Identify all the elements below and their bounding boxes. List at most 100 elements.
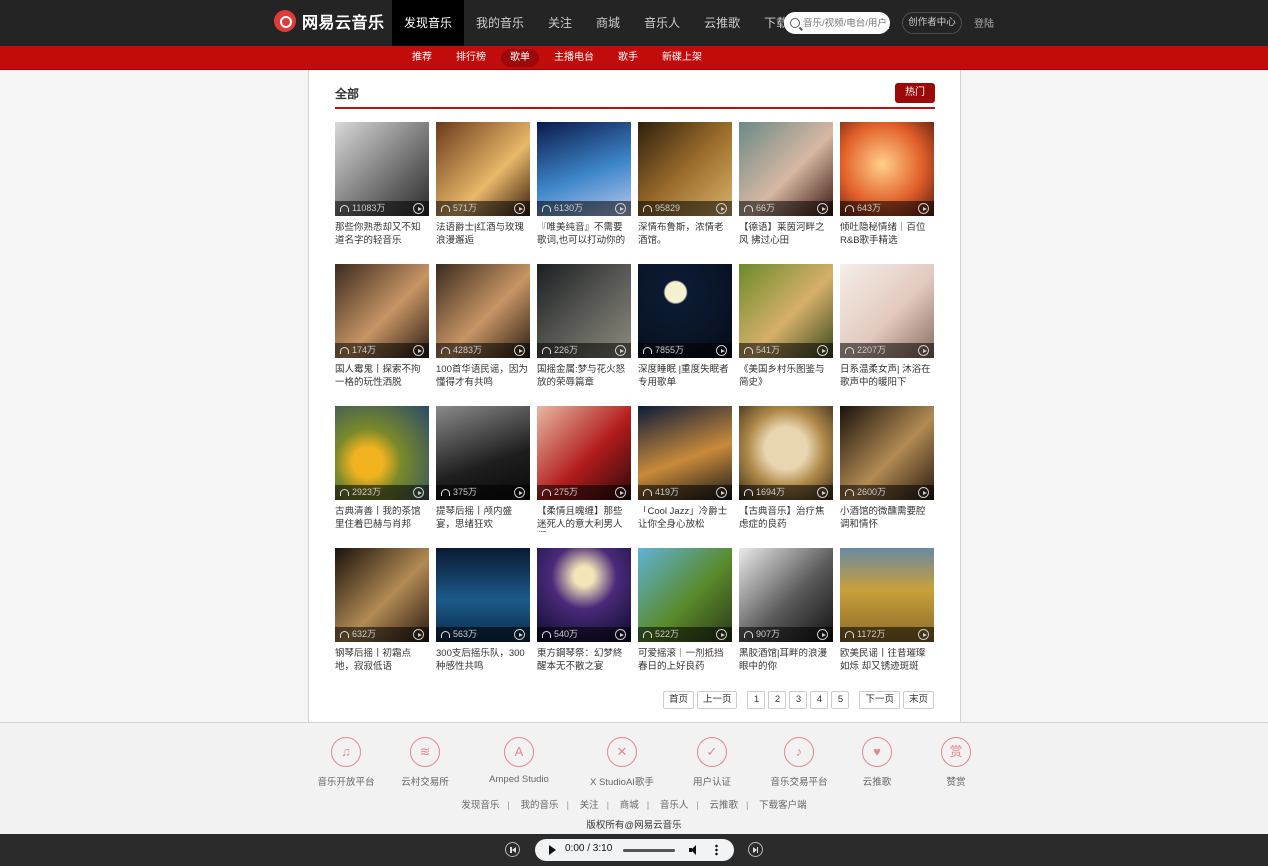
previous-track-icon[interactable] <box>505 842 520 857</box>
page-2[interactable]: 2 <box>768 691 787 709</box>
playlist-title[interactable]: 深度睡眠 |重度失眠者专用歌单 <box>638 364 732 390</box>
subnav-recommend[interactable]: 推荐 <box>403 49 441 67</box>
playlist-cover[interactable]: 540万 <box>537 548 631 642</box>
page-first[interactable]: 首页 <box>662 691 694 709</box>
footer-item-label[interactable]: 云村交易所 <box>375 774 475 788</box>
cloud-push-icon[interactable]: ♥ <box>862 737 892 767</box>
footer-link-follow[interactable]: 关注 <box>580 800 599 811</box>
playlist-cover[interactable]: 571万 <box>436 122 530 216</box>
playlist-card[interactable]: 563万 300支后摇乐队，300种感性共鸣 <box>436 548 530 686</box>
playlist-title[interactable]: 「Cool Jazz」冷爵士 让你全身心放松 <box>638 506 732 532</box>
footer-link-cloud-push[interactable]: 云推歌 <box>709 800 738 811</box>
nav-discover[interactable]: 发现音乐 <box>392 0 465 46</box>
page-last[interactable]: 末页 <box>902 691 934 709</box>
nav-musician[interactable]: 音乐人 <box>632 0 692 46</box>
play-icon[interactable] <box>413 203 424 214</box>
playlist-title[interactable]: 国摇金属:梦与花火怒放的荣辱篇章 <box>537 364 631 390</box>
playlist-card[interactable]: 11083万 那些你熟悉却又不知道名字的轻音乐 <box>335 122 429 260</box>
play-icon[interactable] <box>918 345 929 356</box>
nav-cloud-push[interactable]: 云推歌 <box>692 0 752 46</box>
play-icon[interactable] <box>413 487 424 498</box>
nav-my-music[interactable]: 我的音乐 <box>464 0 536 46</box>
playlist-title[interactable]: 法语爵士|红酒与玫瑰 浪漫邂逅 <box>436 222 530 248</box>
playlist-cover[interactable]: 1172万 <box>840 548 934 642</box>
playlist-cover[interactable]: 541万 <box>739 264 833 358</box>
footer-item[interactable]: ✓ 用户认证 <box>662 737 762 788</box>
exchange-icon[interactable]: ≋ <box>410 737 440 767</box>
page-5[interactable]: 5 <box>831 691 850 709</box>
playlist-title[interactable]: 提琴后摇丨颅内盛宴，思绪狂欢 <box>436 506 530 532</box>
play-icon[interactable] <box>716 487 727 498</box>
page-next[interactable]: 下一页 <box>859 691 900 709</box>
hot-button[interactable]: 热门 <box>895 83 935 103</box>
playlist-cover[interactable]: 226万 <box>537 264 631 358</box>
page-1[interactable]: 1 <box>747 691 766 709</box>
playlist-card[interactable]: 1172万欧美民谣丨往昔璀璨如烁 却又锈迹斑斑 <box>840 548 934 686</box>
playlist-title[interactable]: 『唯美纯音』不需要歌词,也可以打动你的心 <box>537 222 631 248</box>
playlist-title[interactable]: 国人霉鬼丨探索不拘一格的玩性洒脱 <box>335 364 429 390</box>
playlist-cover[interactable]: 632万 <box>335 548 429 642</box>
playlist-title[interactable]: 欧美民谣丨往昔璀璨如烁 却又锈迹斑斑 <box>840 648 934 674</box>
playlist-cover[interactable]: 2923万 <box>335 406 429 500</box>
page-4[interactable]: 4 <box>810 691 829 709</box>
subnav-radio[interactable]: 主播电台 <box>545 49 603 67</box>
footer-item[interactable]: A Amped Studio <box>469 737 569 785</box>
playlist-title[interactable]: 古典清善丨我的茶馆里住着巴赫与肖邦 <box>335 506 429 532</box>
play-icon[interactable] <box>918 487 929 498</box>
playlist-cover[interactable]: 1694万 <box>739 406 833 500</box>
playlist-cover[interactable]: 6130万 <box>537 122 631 216</box>
play-icon[interactable] <box>716 345 727 356</box>
playlist-title[interactable]: 【德语】莱茵河畔之风 拂过心田 <box>739 222 833 248</box>
playlist-card[interactable]: 643万倾吐隐秘情绪｜百位R&B歌手精选 <box>840 122 934 260</box>
playlist-card[interactable]: 4283万 100首华语民谣，因为懂得才有共鸣 <box>436 264 530 402</box>
logo[interactable]: 网易云音乐 <box>274 8 385 34</box>
play-icon[interactable] <box>549 845 556 855</box>
play-icon[interactable] <box>514 345 525 356</box>
play-icon[interactable] <box>615 629 626 640</box>
page-title[interactable]: 全部 <box>335 87 359 101</box>
playlist-card[interactable]: 66万【德语】莱茵河畔之风 拂过心田 <box>739 122 833 260</box>
playlist-cover[interactable]: 643万 <box>840 122 934 216</box>
playlist-card[interactable]: 2600万小酒馆的微醺需要腔调和情怀 <box>840 406 934 544</box>
play-icon[interactable] <box>918 203 929 214</box>
playlist-cover[interactable]: 419万 <box>638 406 732 500</box>
appreciate-icon[interactable]: 赏 <box>941 737 971 767</box>
amped-studio-icon[interactable]: A <box>504 737 534 767</box>
play-icon[interactable] <box>817 203 828 214</box>
playlist-title[interactable]: 日系温柔女声| 沐浴在歌声中的暖阳下 <box>840 364 934 390</box>
playlist-cover[interactable]: 174万 <box>335 264 429 358</box>
play-icon[interactable] <box>615 203 626 214</box>
playlist-card[interactable]: 226万国摇金属:梦与花火怒放的荣辱篇章 <box>537 264 631 402</box>
play-icon[interactable] <box>413 345 424 356</box>
playlist-title[interactable]: 可爱摇滚｜一剂抵挡春日的上好良药 <box>638 648 732 674</box>
playlist-card[interactable]: 419万「Cool Jazz」冷爵士 让你全身心放松 <box>638 406 732 544</box>
page-prev[interactable]: 上一页 <box>696 691 738 709</box>
subnav-playlists[interactable]: 歌单 <box>501 49 539 67</box>
playlist-card[interactable]: 907万黑胶酒馆|耳畔的浪漫眼中的你 <box>739 548 833 686</box>
playlist-cover[interactable]: 2600万 <box>840 406 934 500</box>
playlist-cover[interactable]: 4283万 <box>436 264 530 358</box>
footer-link-musician[interactable]: 音乐人 <box>660 800 689 811</box>
verify-shield-icon[interactable]: ✓ <box>697 737 727 767</box>
playlist-cover[interactable]: 11083万 <box>335 122 429 216</box>
play-icon[interactable] <box>413 629 424 640</box>
login-link[interactable]: 登陆 <box>974 15 994 30</box>
play-icon[interactable] <box>716 203 727 214</box>
playlist-cover[interactable]: 66万 <box>739 122 833 216</box>
playlist-card[interactable]: 6130万『唯美纯音』不需要歌词,也可以打动你的心 <box>537 122 631 260</box>
playlist-card[interactable]: 2207万日系温柔女声| 沐浴在歌声中的暖阳下 <box>840 264 934 402</box>
playlist-title[interactable]: 黑胶酒馆|耳畔的浪漫眼中的你 <box>739 648 833 674</box>
playlist-cover[interactable]: 907万 <box>739 548 833 642</box>
creator-center-button[interactable]: 创作者中心 <box>902 12 962 34</box>
playlist-card[interactable]: 571万法语爵士|红酒与玫瑰 浪漫邂逅 <box>436 122 530 260</box>
playlist-cover[interactable]: 275万 <box>537 406 631 500</box>
nav-follow[interactable]: 关注 <box>536 0 584 46</box>
playlist-cover[interactable]: 2207万 <box>840 264 934 358</box>
playlist-title[interactable]: 《美国乡村乐图鉴与简史》 <box>739 364 833 390</box>
playlist-title[interactable]: 小酒馆的微醺需要腔调和情怀 <box>840 506 934 532</box>
playlist-title[interactable]: 300支后摇乐队，300种感性共鸣 <box>436 648 530 674</box>
footer-link-store[interactable]: 商城 <box>620 800 639 811</box>
audio-player[interactable]: 0:00 / 3:10 <box>535 839 734 861</box>
volume-icon[interactable] <box>689 845 699 855</box>
playlist-title[interactable]: 倾吐隐秘情绪｜百位R&B歌手精选 <box>840 222 934 248</box>
